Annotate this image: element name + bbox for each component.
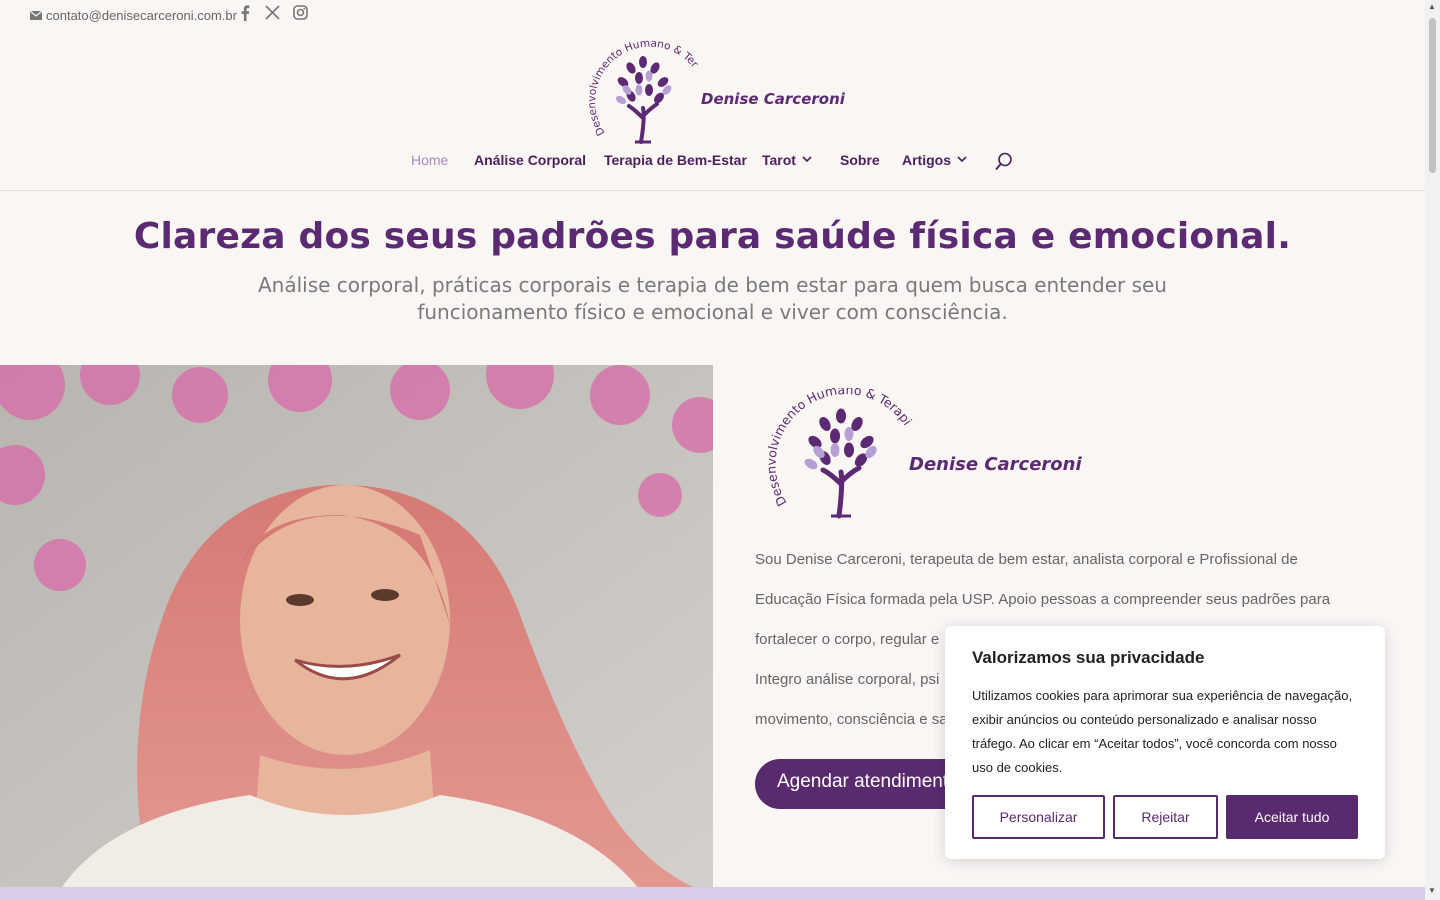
portrait-photo	[0, 365, 713, 890]
site-logo[interactable]: Desenvolvimento Humano & Terapia Denise …	[580, 29, 848, 146]
about-line: Educação Física formada pela USP. Apoio …	[755, 591, 1331, 608]
nav-terapia[interactable]: Terapia de Bem-Estar	[604, 152, 747, 168]
scrollbar-thumb[interactable]	[1429, 18, 1436, 173]
about-line: Sou Denise Carceroni, terapeuta de bem e…	[755, 551, 1298, 568]
chevron-down-icon	[957, 155, 967, 166]
hero-subline: Análise corporal, práticas corporais e t…	[258, 273, 1167, 324]
hero-headline: Clareza dos seus padrões para saúde físi…	[133, 216, 1292, 257]
reject-button[interactable]: Rejeitar	[1113, 795, 1218, 839]
cookie-body: Utilizamos cookies para aprimorar sua ex…	[972, 688, 1353, 775]
section-band	[0, 887, 1425, 900]
scroll-down-icon[interactable]: ▼	[1428, 886, 1436, 895]
facebook-icon[interactable]	[240, 5, 250, 24]
nav-analise-corporal[interactable]: Análise Corporal	[474, 152, 586, 168]
email-link[interactable]: contato@denisecarceroni.com.br	[29, 8, 237, 23]
email-text: contato@denisecarceroni.com.br	[46, 8, 237, 23]
search-icon[interactable]	[995, 152, 1013, 172]
scroll-up-icon[interactable]: ▲	[1428, 2, 1436, 11]
logo-name: Denise Carceroni	[909, 454, 1082, 475]
scrollbar[interactable]: ▲ ▼	[1425, 0, 1440, 900]
content-logo: Desenvolvimento Humano & Terapia Denise …	[761, 376, 1085, 520]
chevron-down-icon	[802, 155, 812, 166]
main-nav: Home Análise Corporal Terapia de Bem-Est…	[0, 152, 1425, 174]
cookie-consent-dialog: Valorizamos sua privacidade Utilizamos c…	[945, 626, 1385, 859]
accept-all-button[interactable]: Aceitar tudo	[1226, 795, 1358, 839]
cookie-actions: Personalizar Rejeitar Aceitar tudo	[972, 795, 1358, 839]
header-divider	[0, 190, 1425, 191]
mail-icon	[29, 8, 43, 23]
x-twitter-icon[interactable]	[265, 5, 280, 23]
nav-artigos[interactable]: Artigos	[902, 152, 967, 168]
nav-home[interactable]: Home	[411, 152, 448, 168]
instagram-icon[interactable]	[293, 5, 308, 23]
customize-button[interactable]: Personalizar	[972, 795, 1105, 839]
top-bar: contato@denisecarceroni.com.br	[0, 0, 1425, 30]
cookie-title: Valorizamos sua privacidade	[972, 648, 1205, 667]
logo-name: Denise Carceroni	[701, 90, 846, 108]
nav-sobre[interactable]: Sobre	[840, 152, 880, 168]
nav-tarot[interactable]: Tarot	[762, 152, 812, 168]
